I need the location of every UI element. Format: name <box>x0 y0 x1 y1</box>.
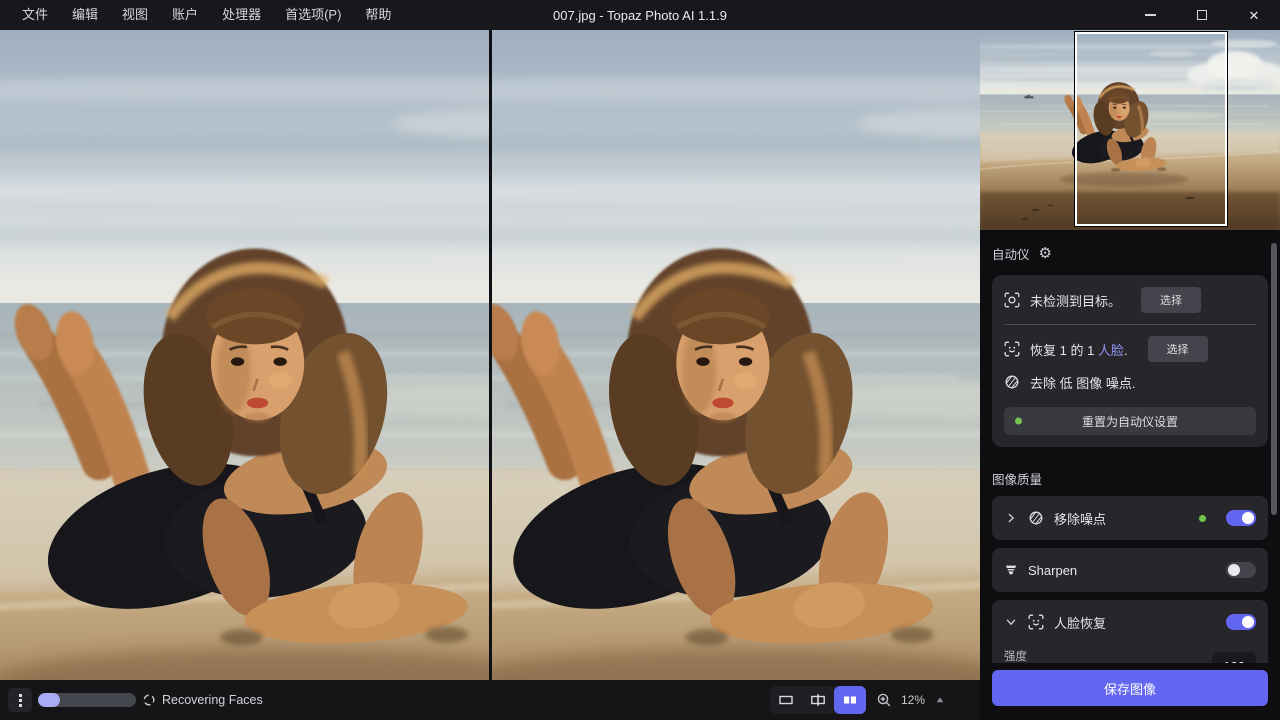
window-title: 007.jpg - Topaz Photo AI 1.1.9 <box>553 8 727 23</box>
panel-sharpen-header[interactable]: Sharpen <box>992 548 1268 592</box>
autopilot-row-face: 恢复 1 的 1 人脸. 选择 <box>1004 336 1256 362</box>
menu-bar: 文件 编辑 视图 账户 处理器 首选项(P) 帮助 <box>0 0 403 30</box>
panel-sharpen: Sharpen <box>992 548 1268 592</box>
face-recovery-icon <box>1028 614 1044 630</box>
spinner-icon <box>142 693 156 707</box>
progress-bar <box>38 693 136 707</box>
autopilot-card: 未检测到目标。 选择 恢复 1 的 1 人脸. 选择 <box>992 275 1268 447</box>
image-view-original[interactable] <box>0 30 489 680</box>
right-panel: 自动仪 ⚙ 未检测到目标。 选择 <box>980 30 1280 720</box>
denoise-text: 去除 低 图像 噪点. <box>1030 373 1135 392</box>
panel-scrollbar[interactable] <box>1271 243 1277 515</box>
side-by-side-view-icon <box>842 692 858 708</box>
menu-preferences[interactable]: 首选项(P) <box>273 0 353 30</box>
navigator-thumbnail[interactable] <box>980 30 1280 230</box>
strength-label: 强度 <box>1004 648 1200 663</box>
side-by-side-view-button[interactable] <box>834 686 866 714</box>
chevron-down-icon <box>1004 615 1018 629</box>
panel-remove-noise-header[interactable]: 移除噪点 <box>992 496 1268 540</box>
autopilot-title: 自动仪 <box>992 244 1030 263</box>
menu-processor[interactable]: 处理器 <box>210 0 273 30</box>
strength-value-input[interactable]: 100 <box>1212 652 1256 663</box>
face-count-link[interactable]: 人脸 <box>1098 343 1124 358</box>
maximize-icon <box>1197 10 1207 20</box>
menu-file[interactable]: 文件 <box>10 0 60 30</box>
remove-noise-label: 移除噪点 <box>1054 509 1189 528</box>
split-view-button[interactable] <box>802 686 834 714</box>
menu-view[interactable]: 视图 <box>110 0 160 30</box>
face-recovery-label: 人脸恢复 <box>1054 613 1216 632</box>
titlebar: 文件 编辑 视图 账户 处理器 首选项(P) 帮助 007.jpg - Topa… <box>0 0 1280 30</box>
navigator-viewport[interactable] <box>1075 32 1227 226</box>
minimize-icon <box>1145 14 1156 16</box>
select-target-button[interactable]: 选择 <box>1141 287 1201 313</box>
zoom-control[interactable]: 12% <box>876 686 946 714</box>
autopilot-header: 自动仪 ⚙ <box>992 244 1268 263</box>
triangle-up-icon <box>934 694 946 706</box>
menu-help[interactable]: 帮助 <box>353 0 403 30</box>
gear-icon[interactable]: ⚙ <box>1039 246 1052 261</box>
remove-noise-toggle[interactable] <box>1226 510 1256 526</box>
processing-status-text: Recovering Faces <box>162 680 263 720</box>
face-recovery-toggle[interactable] <box>1226 614 1256 630</box>
no-target-text: 未检测到目标。 <box>1030 291 1121 310</box>
menu-edit[interactable]: 编辑 <box>60 0 110 30</box>
face-detect-icon <box>1004 341 1020 357</box>
view-mode-group <box>770 686 866 714</box>
image-quality-title: 图像质量 <box>992 469 1268 488</box>
zoom-in-icon <box>876 692 892 708</box>
menu-account[interactable]: 账户 <box>160 0 210 30</box>
autopilot-row-no-target: 未检测到目标。 选择 <box>1004 287 1256 313</box>
minimize-button[interactable] <box>1124 0 1176 30</box>
noise-icon <box>1004 374 1020 390</box>
kebab-menu-button[interactable] <box>8 688 32 712</box>
zoom-level-text: 12% <box>901 693 925 707</box>
image-view-processed[interactable] <box>489 30 981 680</box>
close-icon: ✕ <box>1249 9 1260 22</box>
sharpen-toggle[interactable] <box>1226 562 1256 578</box>
panel-face-recovery-header[interactable]: 人脸恢复 <box>992 600 1268 644</box>
sharpen-icon <box>1004 563 1018 577</box>
close-button[interactable]: ✕ <box>1228 0 1280 30</box>
maximize-button[interactable] <box>1176 0 1228 30</box>
autopilot-status-dot <box>1015 418 1022 425</box>
select-face-button[interactable]: 选择 <box>1148 336 1208 362</box>
panel-remove-noise: 移除噪点 <box>992 496 1268 540</box>
sharpen-label: Sharpen <box>1028 563 1216 578</box>
compare-canvas <box>0 30 980 680</box>
status-bar: Recovering Faces 12% <box>0 680 980 720</box>
target-detect-icon <box>1004 292 1020 308</box>
save-image-button[interactable]: 保存图像 <box>992 670 1268 706</box>
face-recovery-settings: 强度 100 1人脸选择 选择 <box>992 644 1268 663</box>
autopilot-row-denoise: 去除 低 图像 噪点. <box>1004 370 1256 394</box>
face-restore-text: 恢复 1 的 1 人脸. <box>1030 340 1128 359</box>
settings-scroll-area: 自动仪 ⚙ 未检测到目标。 选择 <box>980 230 1280 663</box>
single-view-icon <box>778 692 794 708</box>
split-view-icon <box>810 692 826 708</box>
chevron-right-icon <box>1004 511 1018 525</box>
progress-fill <box>38 693 60 707</box>
divider <box>1004 324 1256 325</box>
autopilot-active-dot <box>1199 515 1206 522</box>
noise-icon <box>1028 510 1044 526</box>
reset-autopilot-button[interactable]: 重置为自动仪设置 <box>1004 407 1256 435</box>
panel-face-recovery: 人脸恢复 强度 100 1人脸选择 选择 <box>992 600 1268 663</box>
window-controls: ✕ <box>1124 0 1280 30</box>
single-view-button[interactable] <box>770 686 802 714</box>
